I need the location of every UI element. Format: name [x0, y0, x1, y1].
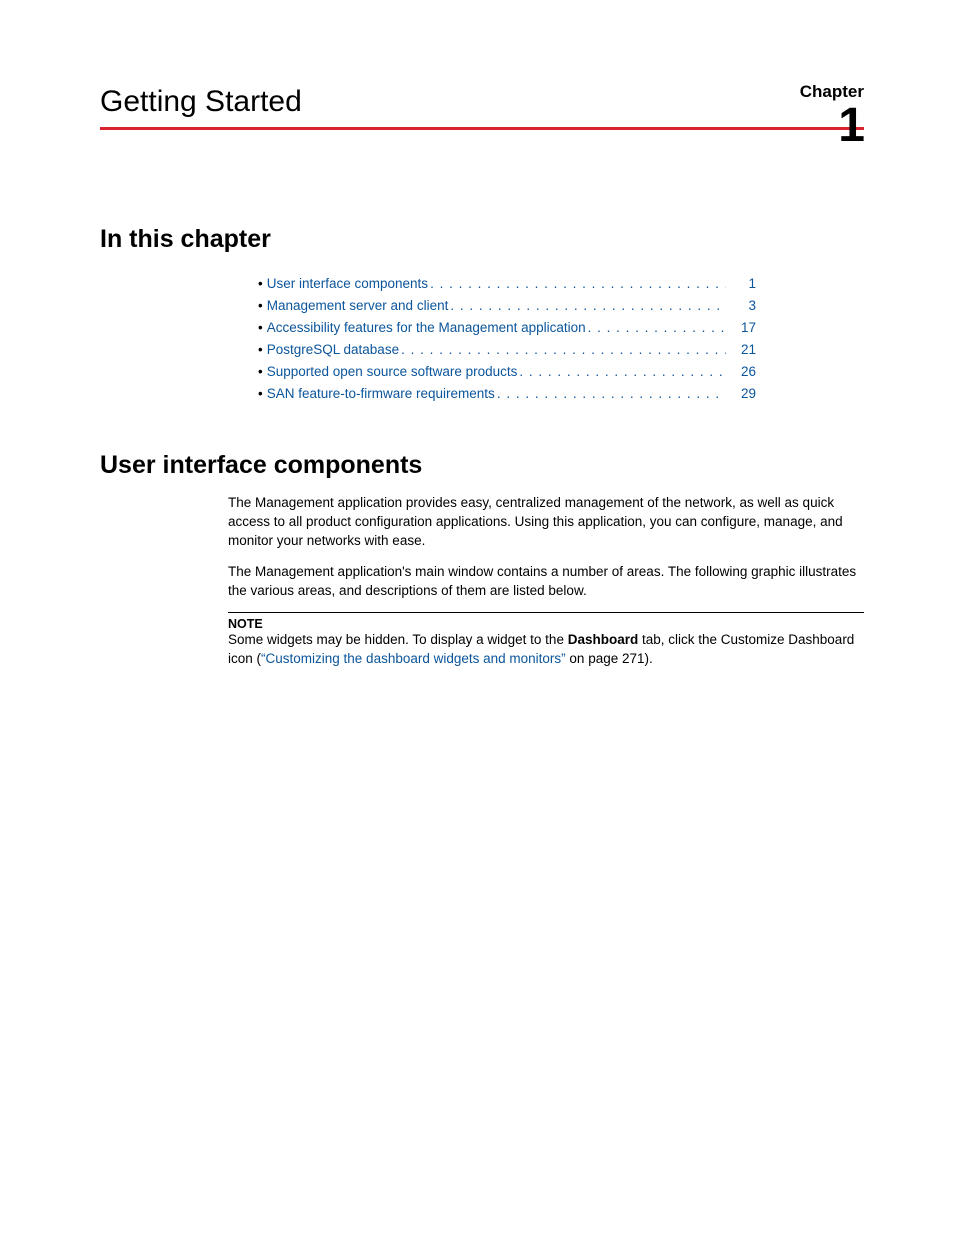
toc-page[interactable]: 29 [732, 386, 756, 401]
toc-leader [428, 276, 726, 291]
section-in-this-chapter: In this chapter [100, 225, 864, 254]
toc-item[interactable]: • Supported open source software product… [258, 364, 756, 379]
toc-leader [495, 386, 726, 401]
toc-link[interactable]: PostgreSQL database [267, 342, 399, 357]
bullet-icon: • [258, 320, 263, 335]
note-pre: Some widgets may be hidden. To display a… [228, 632, 568, 647]
toc-page[interactable]: 26 [732, 364, 756, 379]
toc-link[interactable]: SAN feature-to-firmware requirements [267, 386, 495, 401]
note-link[interactable]: “Customizing the dashboard widgets and m… [261, 651, 566, 666]
note-bold: Dashboard [568, 632, 639, 647]
toc-item[interactable]: • PostgreSQL database 21 [258, 342, 756, 357]
toc-item[interactable]: • Accessibility features for the Managem… [258, 320, 756, 335]
toc-leader [517, 364, 726, 379]
bullet-icon: • [258, 276, 263, 291]
note-post: on page 271). [566, 651, 653, 666]
section-user-interface-components: User interface components [100, 451, 864, 480]
bullet-icon: • [258, 298, 263, 313]
toc-link[interactable]: User interface components [267, 276, 428, 291]
chapter-header: Getting Started [100, 85, 864, 130]
note-text: Some widgets may be hidden. To display a… [228, 631, 864, 669]
toc-page[interactable]: 3 [732, 298, 756, 313]
chapter-indicator: Chapter 1 [800, 82, 864, 150]
document-page: Chapter 1 Getting Started In this chapte… [0, 0, 954, 709]
toc-page[interactable]: 21 [732, 342, 756, 357]
toc-link[interactable]: Accessibility features for the Managemen… [267, 320, 586, 335]
toc-link[interactable]: Management server and client [267, 298, 449, 313]
bullet-icon: • [258, 386, 263, 401]
chapter-title: Getting Started [100, 85, 302, 119]
note-block: NOTE Some widgets may be hidden. To disp… [228, 612, 864, 669]
toc-item[interactable]: • Management server and client 3 [258, 298, 756, 313]
chapter-number: 1 [800, 102, 864, 150]
toc-item[interactable]: • User interface components 1 [258, 276, 756, 291]
toc-leader [448, 298, 726, 313]
bullet-icon: • [258, 342, 263, 357]
toc-item[interactable]: • SAN feature-to-firmware requirements 2… [258, 386, 756, 401]
toc-leader [586, 320, 726, 335]
toc-page[interactable]: 17 [732, 320, 756, 335]
toc-list: • User interface components 1 • Manageme… [258, 276, 756, 401]
toc-link[interactable]: Supported open source software products [267, 364, 518, 379]
bullet-icon: • [258, 364, 263, 379]
toc-page[interactable]: 1 [732, 276, 756, 291]
body-paragraph: The Management application's main window… [228, 563, 864, 601]
toc-leader [399, 342, 726, 357]
body-paragraph: The Management application provides easy… [228, 494, 864, 551]
note-label: NOTE [228, 617, 864, 631]
